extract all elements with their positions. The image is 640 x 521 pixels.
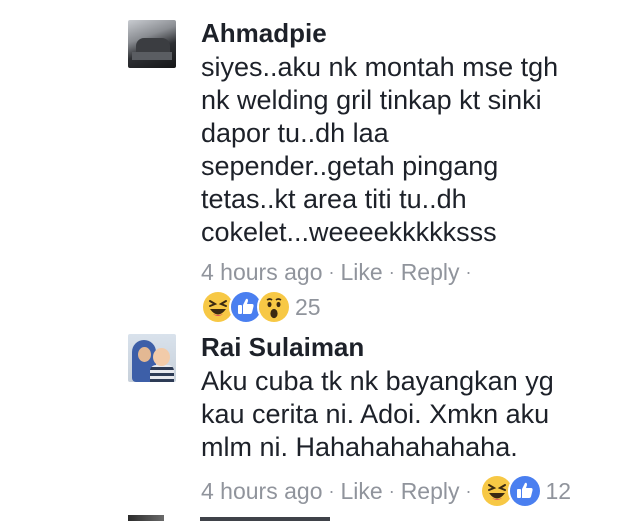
wow-icon (257, 290, 291, 324)
reply-link[interactable]: Reply (401, 478, 460, 505)
comment-text: Aku cuba tk nk bayangkan yg kau cerita n… (201, 366, 554, 462)
comment-author-partial (200, 517, 330, 521)
comment-meta: 4 hours ago · Like · Reply · (201, 474, 628, 508)
comment-body: Rai Sulaiman Aku cuba tk nk bayangkan yg… (201, 330, 628, 508)
separator: · (465, 480, 472, 501)
separator: · (465, 262, 472, 282)
comment-meta: 4 hours ago · Like · Reply · (201, 259, 628, 286)
comment-body: Ahmadpie siyes..aku nk montah mse tgh nk… (201, 16, 628, 324)
separator: · (388, 480, 395, 501)
separator: · (328, 262, 335, 282)
like-icon (507, 474, 542, 508)
reply-link[interactable]: Reply (401, 259, 460, 286)
reaction-summary[interactable]: 25 (201, 290, 628, 324)
comment-author[interactable]: Ahmadpie (201, 16, 628, 50)
avatar[interactable] (128, 515, 164, 521)
avatar[interactable] (128, 20, 176, 68)
comment-timestamp[interactable]: 4 hours ago (201, 478, 322, 505)
like-link[interactable]: Like (340, 259, 382, 286)
reaction-summary[interactable]: 12 (479, 474, 572, 508)
separator: · (328, 480, 335, 501)
comment-author[interactable]: Rai Sulaiman (201, 330, 628, 364)
comment-timestamp[interactable]: 4 hours ago (201, 259, 322, 286)
comment-text: siyes..aku nk montah mse tgh nk welding … (201, 52, 559, 247)
reaction-count[interactable]: 25 (295, 294, 321, 321)
separator: · (388, 262, 395, 282)
reaction-count[interactable]: 12 (546, 478, 572, 505)
avatar[interactable] (128, 334, 176, 382)
like-link[interactable]: Like (340, 478, 382, 505)
